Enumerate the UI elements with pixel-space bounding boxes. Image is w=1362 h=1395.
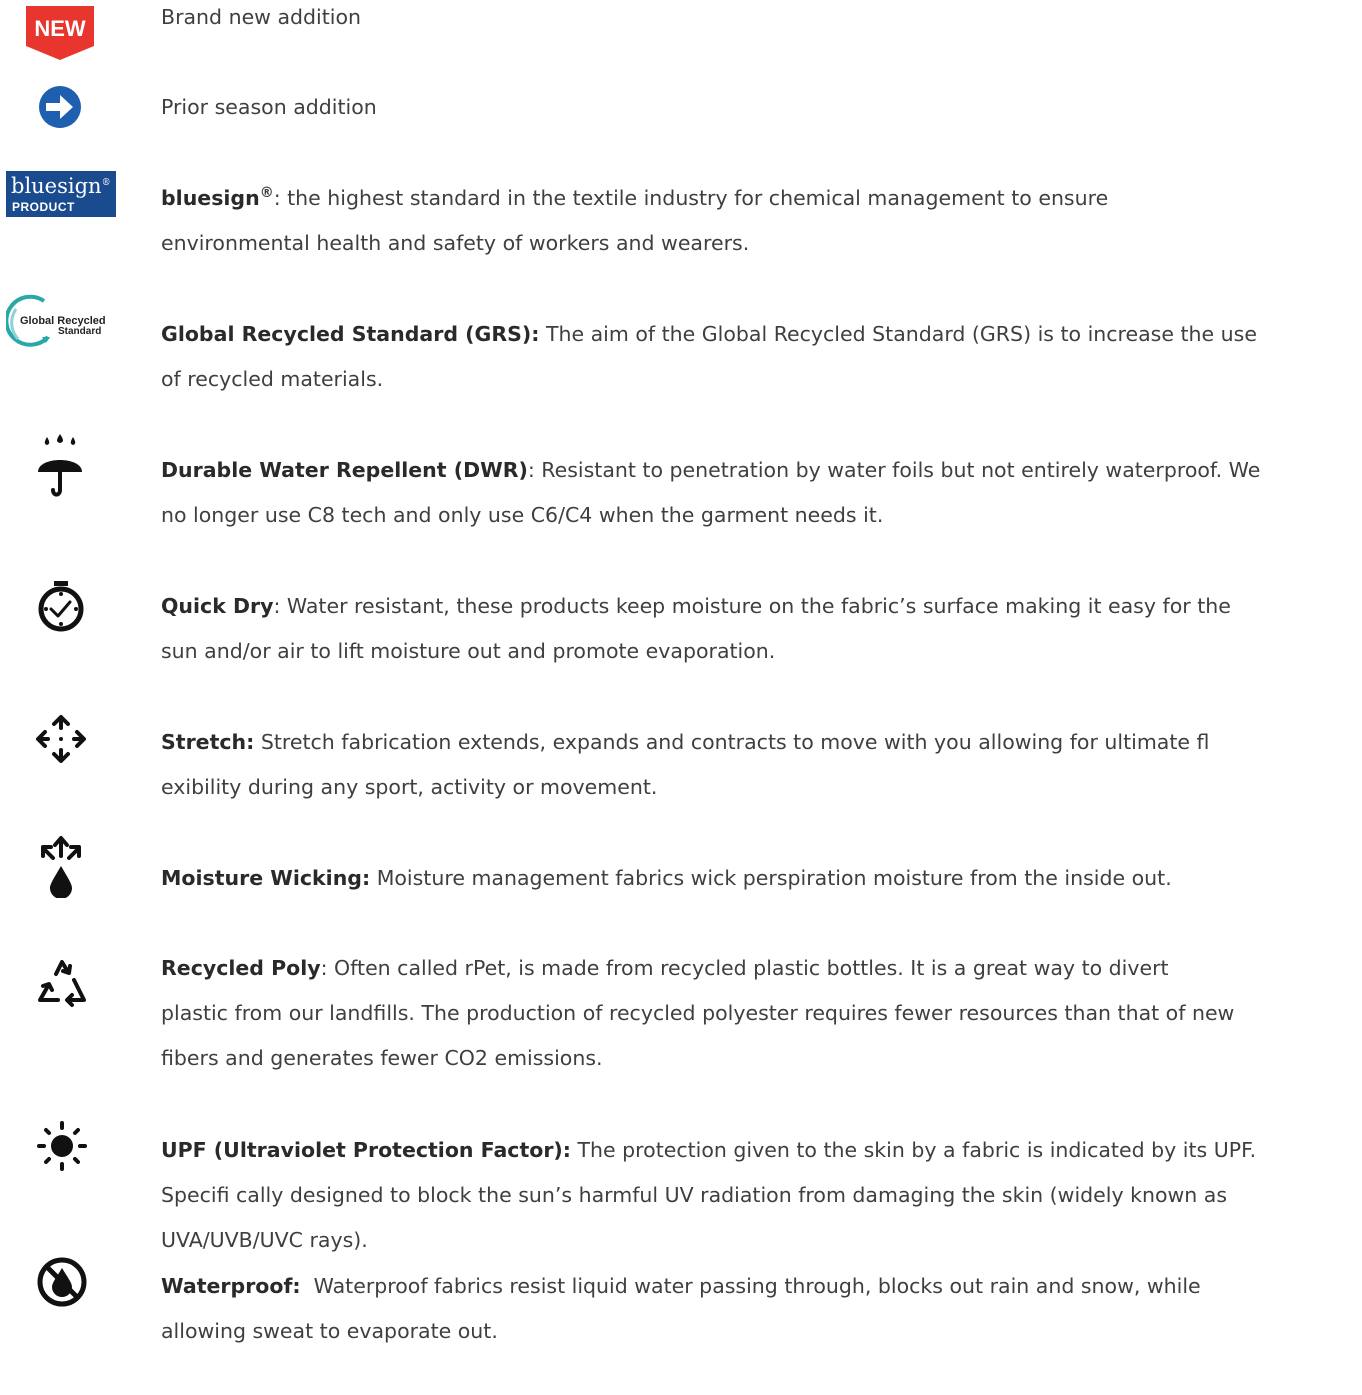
item-line: : Often called rPet, is made from recycl… — [320, 956, 1169, 980]
item-line: The protection given to the skin by a fa… — [571, 1138, 1257, 1162]
item-line: of recycled materials. — [161, 367, 384, 391]
item-line: allowing sweat to evaporate out. — [161, 1319, 498, 1343]
item-title: Waterproof: — [161, 1274, 301, 1298]
item-grs-text: Global Recycled Standard (GRS): The aim … — [161, 312, 1257, 402]
item-line: The aim of the Global Recycled Standard … — [539, 322, 1257, 346]
new-badge-text: NEW — [34, 16, 86, 41]
item-quickdry-text: Quick Dry: Water resistant, these produc… — [161, 584, 1231, 674]
item-waterproof-text: Waterproof: Waterproof fabrics resist li… — [161, 1264, 1201, 1354]
stopwatch-icon — [37, 581, 85, 633]
item-line: plastic from our landfills. The producti… — [161, 1001, 1235, 1025]
item-line: Moisture management fabrics wick perspir… — [370, 866, 1172, 890]
item-line: environmental health and safety of worke… — [161, 231, 750, 255]
item-line: Stretch fabrication extends, expands and… — [254, 730, 1210, 754]
item-title: Global Recycled Standard (GRS): — [161, 322, 540, 346]
moisture-wicking-icon — [40, 834, 82, 899]
item-line: Specifi cally designed to block the sun’… — [161, 1183, 1228, 1207]
item-stretch-text: Stretch: Stretch fabrication extends, ex… — [161, 720, 1209, 810]
item-new-text: Brand new addition — [161, 0, 361, 40]
item-dwr-text: Durable Water Repellent (DWR): Resistant… — [161, 448, 1260, 538]
item-line: sun and/or air to lift moisture out and … — [161, 639, 776, 663]
grs-logo: Global Recycled Standard — [6, 293, 118, 349]
recycle-icon — [36, 956, 88, 1008]
item-title: Moisture Wicking: — [161, 866, 371, 890]
item-line: : Water resistant, these products keep m… — [273, 594, 1231, 618]
item-wicking-text: Moisture Wicking: Moisture management fa… — [161, 856, 1172, 901]
grs-logo-sub: Standard — [58, 326, 102, 337]
item-line: : the highest standard in the textile in… — [273, 186, 1109, 210]
sun-icon — [37, 1121, 87, 1171]
umbrella-rain-icon — [36, 434, 84, 498]
item-line: fibers and generates fewer CO2 emissions… — [161, 1046, 603, 1070]
stretch-arrows-icon — [35, 714, 87, 764]
item-title: Stretch: — [161, 730, 255, 754]
bluesign-logo-text: bluesign® — [11, 174, 111, 198]
bluesign-logo: bluesign® PRODUCT — [6, 171, 116, 217]
item-title: Recycled Poly — [161, 956, 321, 980]
item-line: Brand new addition — [161, 5, 362, 29]
item-prior-text: Prior season addition — [161, 85, 377, 130]
item-title: UPF (Ultraviolet Protection Factor): — [161, 1138, 571, 1162]
item-line: Waterproof fabrics resist liquid water p… — [300, 1274, 1201, 1298]
new-badge-icon: NEW — [26, 6, 94, 60]
item-title: bluesign — [161, 186, 260, 210]
waterproof-icon — [36, 1256, 88, 1308]
item-line: exibility during any sport, activity or … — [161, 775, 658, 799]
item-bluesign-text: bluesign®: the highest standard in the t… — [161, 176, 1108, 266]
bluesign-logo-sub: PRODUCT — [12, 200, 75, 214]
item-upf-text: UPF (Ultraviolet Protection Factor): The… — [161, 1128, 1256, 1263]
item-recycled-text: Recycled Poly: Often called rPet, is mad… — [161, 946, 1234, 1081]
item-line: : Resistant to penetration by water foil… — [527, 458, 1261, 482]
item-title: Quick Dry — [161, 594, 274, 618]
item-line: UVA/UVB/UVC rays). — [161, 1228, 368, 1252]
item-title: Durable Water Repellent (DWR) — [161, 458, 528, 482]
item-line: Prior season addition — [161, 95, 377, 119]
item-line: no longer use C8 tech and only use C6/C4… — [161, 503, 884, 527]
arrow-right-circle-icon — [38, 85, 82, 129]
